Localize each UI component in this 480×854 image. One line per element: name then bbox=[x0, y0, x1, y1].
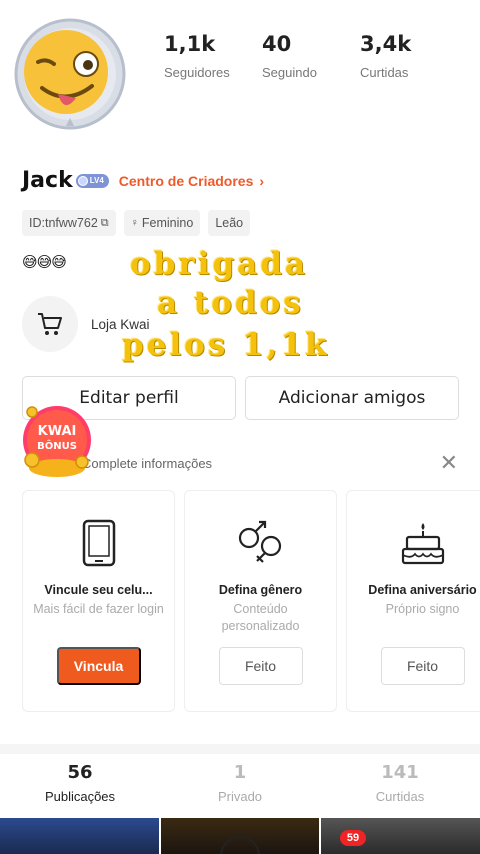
tab-private[interactable]: 1 Privado bbox=[160, 762, 320, 804]
id-tag[interactable]: ID:tnfww762 ⧉ bbox=[22, 210, 116, 236]
shopping-cart-icon bbox=[38, 313, 62, 335]
overlay-text-line-2: a todos bbox=[157, 285, 304, 321]
gender-tag[interactable]: ♀ Feminino bbox=[123, 210, 201, 236]
card-link-phone: Vincule seu celu... Mais fácil de fazer … bbox=[22, 490, 175, 712]
chevron-right-icon: › bbox=[259, 172, 265, 189]
stat-likes[interactable]: 3,4k Curtidas bbox=[360, 32, 458, 80]
card-subtitle: Conteúdo personalizado bbox=[221, 602, 300, 633]
add-friends-button[interactable]: Adicionar amigos bbox=[245, 376, 459, 420]
kwai-bonus-badge-icon: KWAI BÔNUS bbox=[23, 406, 91, 477]
card-title: Vincule seu celu... bbox=[44, 583, 153, 597]
phone-icon bbox=[71, 515, 127, 571]
copy-icon: ⧉ bbox=[100, 216, 109, 229]
close-icon[interactable]: ✕ bbox=[440, 452, 458, 474]
level-badge-label: LV4 bbox=[89, 176, 104, 185]
id-tag-label: ID:tnfww762 bbox=[29, 216, 98, 230]
bonus-line-1: KWAI bbox=[38, 424, 77, 439]
stat-value: 3,4k bbox=[360, 32, 412, 56]
level-gem-icon bbox=[77, 175, 88, 186]
sign-tag[interactable]: Leão bbox=[208, 210, 251, 236]
tab-publications[interactable]: 56 Publicações bbox=[0, 762, 160, 804]
card-title: Defina gênero bbox=[218, 583, 303, 597]
tab-count: 56 bbox=[67, 762, 93, 783]
shop-icon-circle bbox=[22, 296, 78, 352]
bottom-nav: 59 bbox=[0, 830, 480, 854]
profile-name: Jack bbox=[22, 168, 73, 193]
creator-center-label: Centro de Criadores bbox=[118, 172, 254, 189]
stat-following[interactable]: 40 Seguindo bbox=[262, 32, 360, 80]
notification-badge: 59 bbox=[340, 830, 366, 846]
profile-tags: ID:tnfww762 ⧉ ♀ Feminino Leão bbox=[22, 210, 251, 236]
set-birthday-done-button[interactable]: Feito bbox=[380, 647, 465, 685]
stat-label: Seguidores bbox=[164, 65, 230, 80]
tab-label: Curtidas bbox=[375, 789, 425, 804]
birthday-cake-icon bbox=[395, 515, 451, 571]
stat-value: 40 bbox=[262, 32, 292, 56]
level-badge[interactable]: LV4 bbox=[75, 173, 109, 188]
avatar[interactable] bbox=[14, 18, 126, 130]
name-row: Jack LV4 Centro de Criadores › bbox=[22, 168, 264, 193]
overlay-text-line-3: pelos 1,1k bbox=[122, 327, 330, 363]
card-subtitle: Mais fácil de fazer login bbox=[33, 602, 164, 616]
stat-followers[interactable]: 1,1k Seguidores bbox=[164, 32, 262, 80]
overlay-text-line-1: obrigada bbox=[130, 246, 308, 282]
complete-info-cards: Vincule seu celu... Mais fácil de fazer … bbox=[22, 490, 480, 712]
tab-label: Privado bbox=[217, 789, 263, 804]
profile-stats: 1,1k Seguidores 40 Seguindo 3,4k Curtida… bbox=[164, 32, 458, 80]
create-button-icon[interactable] bbox=[220, 836, 260, 854]
section-divider bbox=[0, 744, 480, 754]
bio-emojis: 😅😅😅 bbox=[22, 254, 67, 271]
stat-value: 1,1k bbox=[164, 32, 216, 56]
set-gender-done-button[interactable]: Feito bbox=[218, 647, 303, 685]
tab-likes[interactable]: 141 Curtidas bbox=[320, 762, 480, 804]
tab-count: 1 bbox=[233, 762, 247, 783]
sign-tag-label: Leão bbox=[215, 216, 244, 230]
link-phone-button[interactable]: Vincula bbox=[56, 647, 141, 685]
creator-center-link[interactable]: Centro de Criadores › bbox=[119, 173, 264, 189]
tab-count: 141 bbox=[381, 762, 419, 783]
stat-label: Curtidas bbox=[360, 65, 409, 80]
card-title: Defina aniversário bbox=[368, 583, 477, 597]
kwai-bonus-button[interactable]: KWAI BÔNUS bbox=[18, 404, 96, 480]
stat-label: Seguindo bbox=[262, 65, 317, 80]
gender-symbols-icon bbox=[233, 515, 289, 571]
card-set-gender: Defina gênero Conteúdo personalizado Fei… bbox=[184, 490, 337, 712]
card-subtitle: Próprio signo bbox=[385, 602, 460, 616]
gender-tag-label: Feminino bbox=[141, 216, 194, 230]
winking-emoji-avatar-icon bbox=[14, 18, 126, 130]
card-set-birthday: Defina aniversário Próprio signo Feito bbox=[346, 490, 480, 712]
bonus-line-2: BÔNUS bbox=[37, 439, 77, 452]
content-tabs: 56 Publicações 1 Privado 141 Curtidas bbox=[0, 762, 480, 804]
tab-label: Publicações bbox=[44, 789, 116, 804]
female-symbol-icon: ♀ bbox=[130, 217, 139, 229]
